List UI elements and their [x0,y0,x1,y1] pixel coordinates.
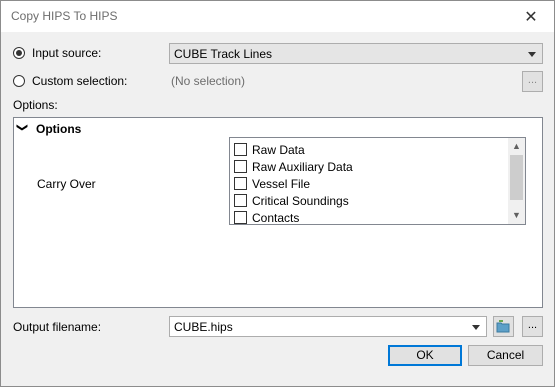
custom-selection-label: Custom selection: [32,74,128,88]
contacts-checkbox[interactable] [234,211,247,224]
chevron-down-icon[interactable] [472,325,480,330]
input-source-dropdown[interactable]: CUBE Track Lines [169,43,543,64]
output-filename-value: CUBE.hips [174,320,233,334]
ok-button[interactable]: OK [388,345,462,366]
raw-data-checkbox[interactable] [234,143,247,156]
options-panel: ❯ Options Carry Over Raw Data Raw Auxili… [13,117,543,308]
custom-selection-value: (No selection) [171,74,246,88]
options-label: Options: [13,98,58,112]
folder-icon [496,320,510,333]
list-item-label: Vessel File [252,177,311,191]
carry-over-list: Raw Data Raw Auxiliary Data Vessel File … [229,137,526,225]
expander-chevron-icon[interactable]: ❯ [16,123,29,132]
open-folder-button[interactable] [493,316,514,337]
list-item-label: Contacts [252,211,300,225]
options-header: Options [36,122,82,136]
dialog-window: Copy HIPS To HIPS ✕ Input source: CUBE T… [0,0,555,387]
custom-selection-browse-button[interactable]: ... [522,71,543,92]
list-item-label: Critical Soundings [252,194,349,208]
window-title: Copy HIPS To HIPS [11,9,118,23]
chevron-down-icon [528,52,536,57]
input-source-value: CUBE Track Lines [174,47,273,61]
vessel-file-checkbox[interactable] [234,177,247,190]
raw-auxiliary-data-checkbox[interactable] [234,160,247,173]
list-item-label: Raw Data [252,143,305,157]
output-filename-label: Output filename: [13,320,102,334]
list-scrollbar[interactable]: ▲ ▼ [508,138,525,224]
title-bar: Copy HIPS To HIPS ✕ [1,1,554,32]
custom-selection-radio[interactable] [13,75,25,87]
list-item-label: Raw Auxiliary Data [252,160,353,174]
critical-soundings-checkbox[interactable] [234,194,247,207]
input-source-label: Input source: [32,46,102,60]
carry-over-label: Carry Over [37,177,96,191]
output-browse-button[interactable]: ... [522,316,543,337]
scroll-up-icon[interactable]: ▲ [512,141,521,151]
input-source-radio[interactable] [13,47,25,59]
output-filename-combo[interactable]: CUBE.hips [169,316,487,337]
scrollbar-thumb[interactable] [510,155,523,200]
cancel-button[interactable]: Cancel [468,345,543,366]
close-icon[interactable]: ✕ [508,1,554,32]
scroll-down-icon[interactable]: ▼ [512,210,521,220]
